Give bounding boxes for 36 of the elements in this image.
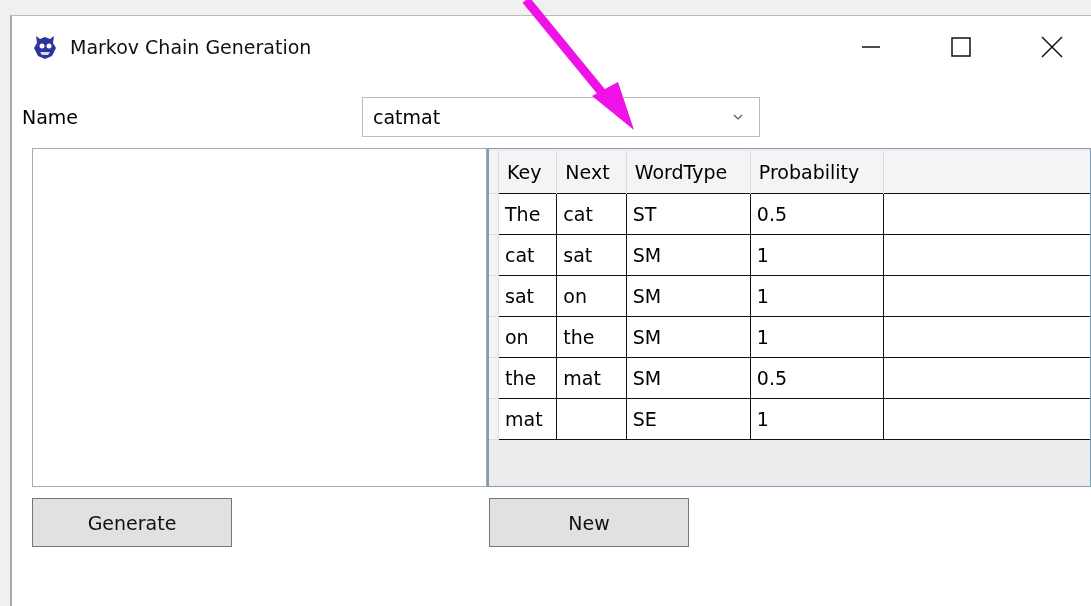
table-cell: the (498, 357, 557, 398)
name-label: Name (22, 106, 80, 128)
maximize-icon[interactable] (951, 37, 971, 57)
table-cell: cat (498, 234, 557, 275)
column-header[interactable]: Probability (750, 151, 884, 193)
column-header[interactable]: Next (556, 151, 627, 193)
table-cell: sat (556, 234, 627, 275)
table-cell: on (498, 316, 557, 357)
new-button[interactable]: New (489, 498, 689, 547)
table-cell: mat (498, 398, 557, 439)
close-icon[interactable] (1041, 36, 1063, 58)
table-cell: SM (626, 275, 751, 316)
table-cell: The (498, 193, 557, 234)
name-dropdown[interactable]: catmat (362, 97, 760, 137)
generate-button[interactable]: Generate (32, 498, 232, 547)
caret-icon (733, 114, 743, 120)
column-header[interactable]: WordType (626, 151, 751, 193)
table-cell: 1 (750, 275, 884, 316)
table-cell: SM (626, 316, 751, 357)
table-cell: 1 (750, 234, 884, 275)
window-title: Markov Chain Generation (70, 36, 312, 58)
table-cell: on (556, 275, 627, 316)
table-cell: mat (556, 357, 627, 398)
table-cell: SM (626, 357, 751, 398)
table-cell: SM (626, 234, 751, 275)
table-cell: 1 (750, 316, 884, 357)
table-cell: SE (626, 398, 751, 439)
table-cell: ST (626, 193, 751, 234)
column-header[interactable]: Key (498, 151, 557, 193)
table-cell: cat (556, 193, 627, 234)
table-cell: 0.5 (750, 357, 884, 398)
table-cell: sat (498, 275, 557, 316)
dropdown-value: catmat (373, 106, 441, 128)
table-cell: the (556, 316, 627, 357)
table-cell: 1 (750, 398, 884, 439)
table-cell: 0.5 (750, 193, 884, 234)
